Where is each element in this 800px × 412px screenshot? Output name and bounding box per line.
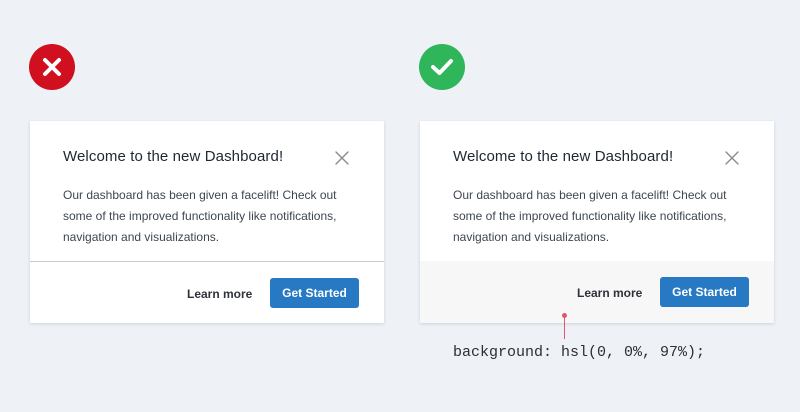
check-icon: [419, 44, 465, 90]
card-footer: Learn more Get Started: [30, 261, 384, 323]
learn-more-button[interactable]: Learn more: [577, 286, 642, 300]
card-title: Welcome to the new Dashboard!: [453, 148, 674, 165]
card-body-text: Our dashboard has been given a facelift!…: [63, 188, 337, 244]
x-icon: [29, 44, 75, 90]
bad-example-card: Welcome to the new Dashboard! Our dashbo…: [30, 121, 384, 323]
good-example-card: Welcome to the new Dashboard! Our dashbo…: [420, 121, 774, 323]
learn-more-button[interactable]: Learn more: [187, 287, 252, 301]
close-icon[interactable]: [725, 151, 739, 165]
get-started-button[interactable]: Get Started: [270, 278, 359, 308]
card-body-text: Our dashboard has been given a facelift!…: [453, 188, 727, 244]
get-started-button[interactable]: Get Started: [660, 277, 749, 307]
code-annotation: background: hsl(0, 0%, 97%);: [453, 344, 706, 361]
annotation-pointer-line: [564, 315, 565, 339]
close-icon[interactable]: [335, 151, 349, 165]
card-title: Welcome to the new Dashboard!: [63, 148, 284, 165]
card-footer: Learn more Get Started: [420, 261, 774, 323]
